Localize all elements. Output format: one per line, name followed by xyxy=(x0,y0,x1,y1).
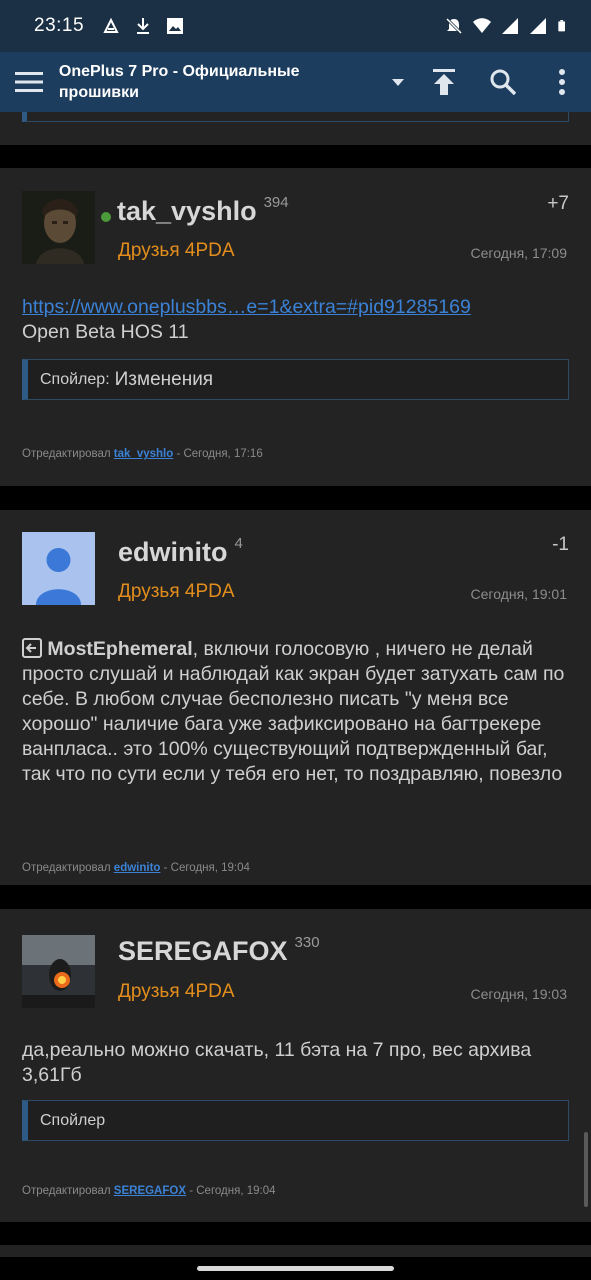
post-text: , включи голосовую , ничего не делай про… xyxy=(22,638,565,785)
spoiler-label: Спойлер: xyxy=(40,370,110,388)
avatar[interactable] xyxy=(22,532,95,605)
menu-icon xyxy=(15,72,44,92)
battery-icon xyxy=(558,20,565,32)
post-text: да,реально можно скачать, 11 бэта на 7 п… xyxy=(22,1039,532,1086)
rewind-notification-icon xyxy=(103,17,119,33)
scroll-top-icon xyxy=(432,69,455,95)
editor-link[interactable]: edwinito xyxy=(114,862,161,874)
signal-icon xyxy=(502,18,518,34)
spoiler-title: Изменения xyxy=(114,368,214,390)
dropdown-icon xyxy=(391,78,404,86)
signal-icon-2 xyxy=(530,18,546,34)
post-date: Сегодня, 17:09 xyxy=(470,245,567,261)
post-date: Сегодня, 19:03 xyxy=(470,986,567,1002)
avatar-image xyxy=(22,191,95,264)
post-body: https://www.oneplusbbs…e=1&extra=#pid912… xyxy=(22,295,570,345)
feed-scrollbar[interactable] xyxy=(584,1132,588,1207)
edited-time: - Сегодня, 17:16 xyxy=(176,448,263,460)
author-row: edwinito 4 xyxy=(118,535,243,568)
post-karma[interactable]: +7 xyxy=(547,193,569,215)
reputation-count[interactable]: 330 xyxy=(295,934,320,951)
edited-prefix: Отредактировал xyxy=(22,448,111,460)
post-body: MostEphemeral, включи голосовую , ничего… xyxy=(22,637,570,787)
wifi-icon xyxy=(473,18,491,33)
post-card: edwinito 4 -1 Друзья 4PDA Сегодня, 19:01… xyxy=(0,510,591,885)
post-karma[interactable]: -1 xyxy=(552,534,569,556)
posts-feed[interactable]: tak_vyshlo 394 +7 Друзья 4PDA Сегодня, 1… xyxy=(0,112,591,1257)
status-time: 23:15 xyxy=(34,15,85,36)
quoted-nick[interactable]: MostEphemeral xyxy=(47,638,192,660)
quote-reply-icon[interactable] xyxy=(22,638,42,658)
previous-spoiler-block[interactable] xyxy=(22,112,569,122)
more-options-button[interactable] xyxy=(532,52,591,112)
edited-note: Отредактировал tak_vyshlo - Сегодня, 17:… xyxy=(22,448,263,460)
avatar[interactable] xyxy=(22,935,95,1008)
status-left-icons xyxy=(102,17,184,35)
post-card: tak_vyshlo 394 +7 Друзья 4PDA Сегодня, 1… xyxy=(0,168,591,486)
topic-dropdown-button[interactable] xyxy=(381,52,414,112)
reputation-count[interactable]: 394 xyxy=(264,194,289,211)
author-nick[interactable]: tak_vyshlo xyxy=(117,196,257,227)
reputation-count[interactable]: 4 xyxy=(235,535,243,552)
mute-icon xyxy=(445,17,463,35)
edited-note: Отредактировал SEREGAFOX - Сегодня, 19:0… xyxy=(22,1185,276,1197)
avatar[interactable] xyxy=(22,191,95,264)
author-nick[interactable]: edwinito xyxy=(118,537,228,568)
edited-prefix: Отредактировал xyxy=(22,1185,111,1197)
edited-time: - Сегодня, 19:04 xyxy=(189,1185,276,1197)
editor-link[interactable]: tak_vyshlo xyxy=(114,448,173,460)
edited-note: Отредактировал edwinito - Сегодня, 19:04 xyxy=(22,862,250,874)
default-avatar-icon xyxy=(22,532,95,605)
more-vert-icon xyxy=(558,69,565,95)
online-indicator xyxy=(101,212,111,222)
menu-button[interactable] xyxy=(0,52,59,112)
user-group: Друзья 4PDA xyxy=(118,981,235,1002)
user-group: Друзья 4PDA xyxy=(118,240,235,261)
editor-link[interactable]: SEREGAFOX xyxy=(114,1185,186,1197)
post-body: да,реально можно скачать, 11 бэта на 7 п… xyxy=(22,1038,570,1088)
next-post-edge xyxy=(0,1245,591,1257)
post-link[interactable]: https://www.oneplusbbs…e=1&extra=#pid912… xyxy=(22,296,471,318)
app-bar: OnePlus 7 Pro - Официальные прошивки xyxy=(0,52,591,112)
image-icon xyxy=(167,18,184,34)
search-button[interactable] xyxy=(473,52,532,112)
edited-time: - Сегодня, 19:04 xyxy=(163,862,250,874)
author-nick[interactable]: SEREGAFOX xyxy=(118,936,288,967)
status-bar: 23:15 xyxy=(0,0,591,52)
previous-post-tail xyxy=(0,112,591,145)
post-card: SEREGAFOX 330 Друзья 4PDA Сегодня, 19:03… xyxy=(0,909,591,1222)
author-row: tak_vyshlo 394 xyxy=(101,194,289,227)
scroll-top-button[interactable] xyxy=(414,52,473,112)
spoiler-block[interactable]: Спойлер: Изменения xyxy=(22,359,569,400)
spoiler-block[interactable]: Спойлер xyxy=(22,1100,569,1141)
author-row: SEREGAFOX 330 xyxy=(118,934,320,967)
avatar-image xyxy=(22,935,95,1008)
user-group: Друзья 4PDA xyxy=(118,581,235,602)
gesture-handle[interactable] xyxy=(197,1266,394,1271)
post-date: Сегодня, 19:01 xyxy=(470,586,567,602)
edited-prefix: Отредактировал xyxy=(22,862,111,874)
spoiler-label: Спойлер xyxy=(40,1111,106,1129)
app-title[interactable]: OnePlus 7 Pro - Официальные прошивки xyxy=(59,61,373,103)
system-nav-bar xyxy=(0,1257,591,1280)
status-right-icons xyxy=(445,17,569,35)
search-icon xyxy=(490,69,516,95)
download-icon xyxy=(137,18,150,34)
post-text: Open Beta HOS 11 xyxy=(22,321,189,343)
